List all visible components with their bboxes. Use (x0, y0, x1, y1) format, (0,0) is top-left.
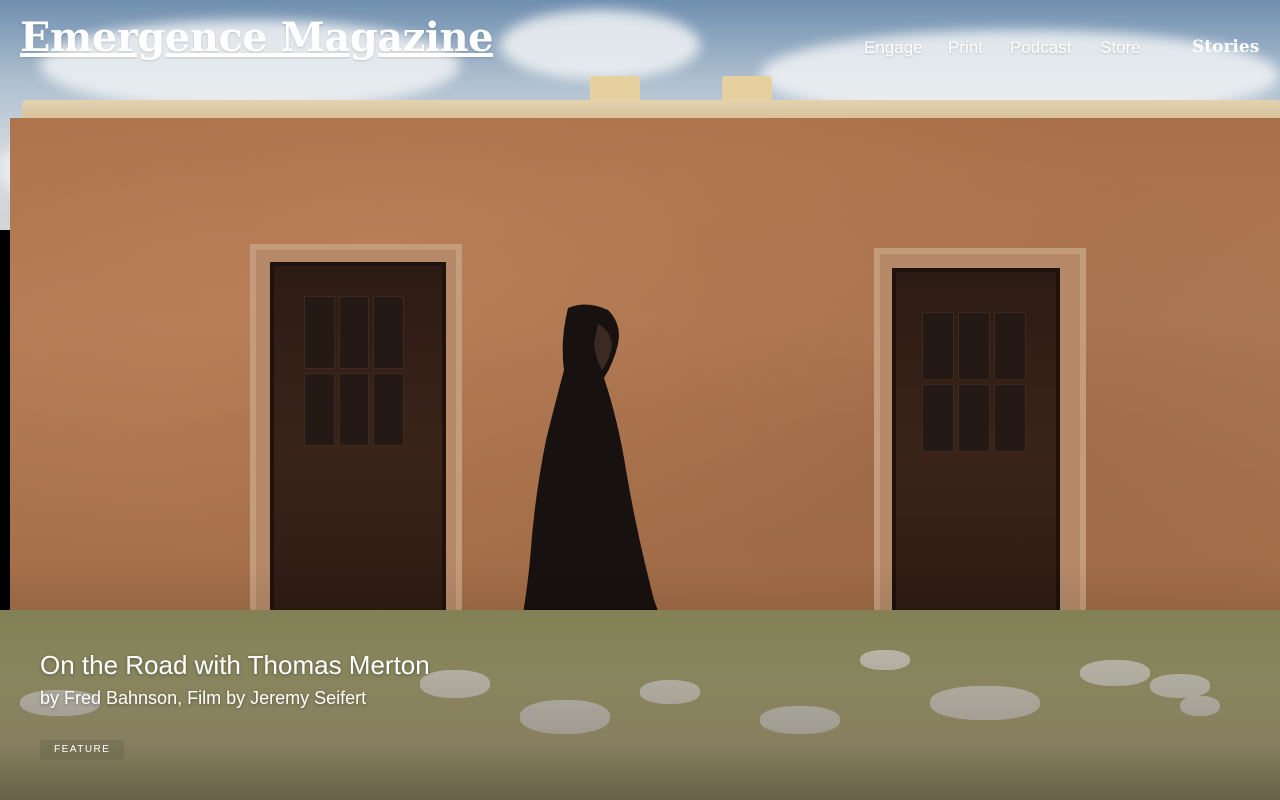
feature-title-link[interactable]: On the Road with Thomas Merton (40, 648, 640, 682)
nav-link-podcast[interactable]: Podcast (1010, 38, 1071, 58)
nav-link-print[interactable]: Print (948, 38, 983, 58)
feature-byline: by Fred Bahnson, Film by Jeremy Seifert (40, 688, 367, 708)
site-logo[interactable]: Emergence Magazine (20, 14, 494, 61)
hero[interactable]: Emergence Magazine Engage Print Podcast … (0, 0, 1280, 800)
nav-stories-button[interactable]: Stories (1192, 37, 1259, 57)
nav-link-engage[interactable]: Engage (864, 38, 923, 58)
site-header: Emergence Magazine Engage Print Podcast … (0, 0, 1280, 90)
nav-link-store[interactable]: Store (1100, 38, 1141, 58)
feature-caption: On the Road with Thomas Merton by Fred B… (40, 648, 640, 709)
feature-tag-badge: FEATURE (40, 740, 125, 760)
